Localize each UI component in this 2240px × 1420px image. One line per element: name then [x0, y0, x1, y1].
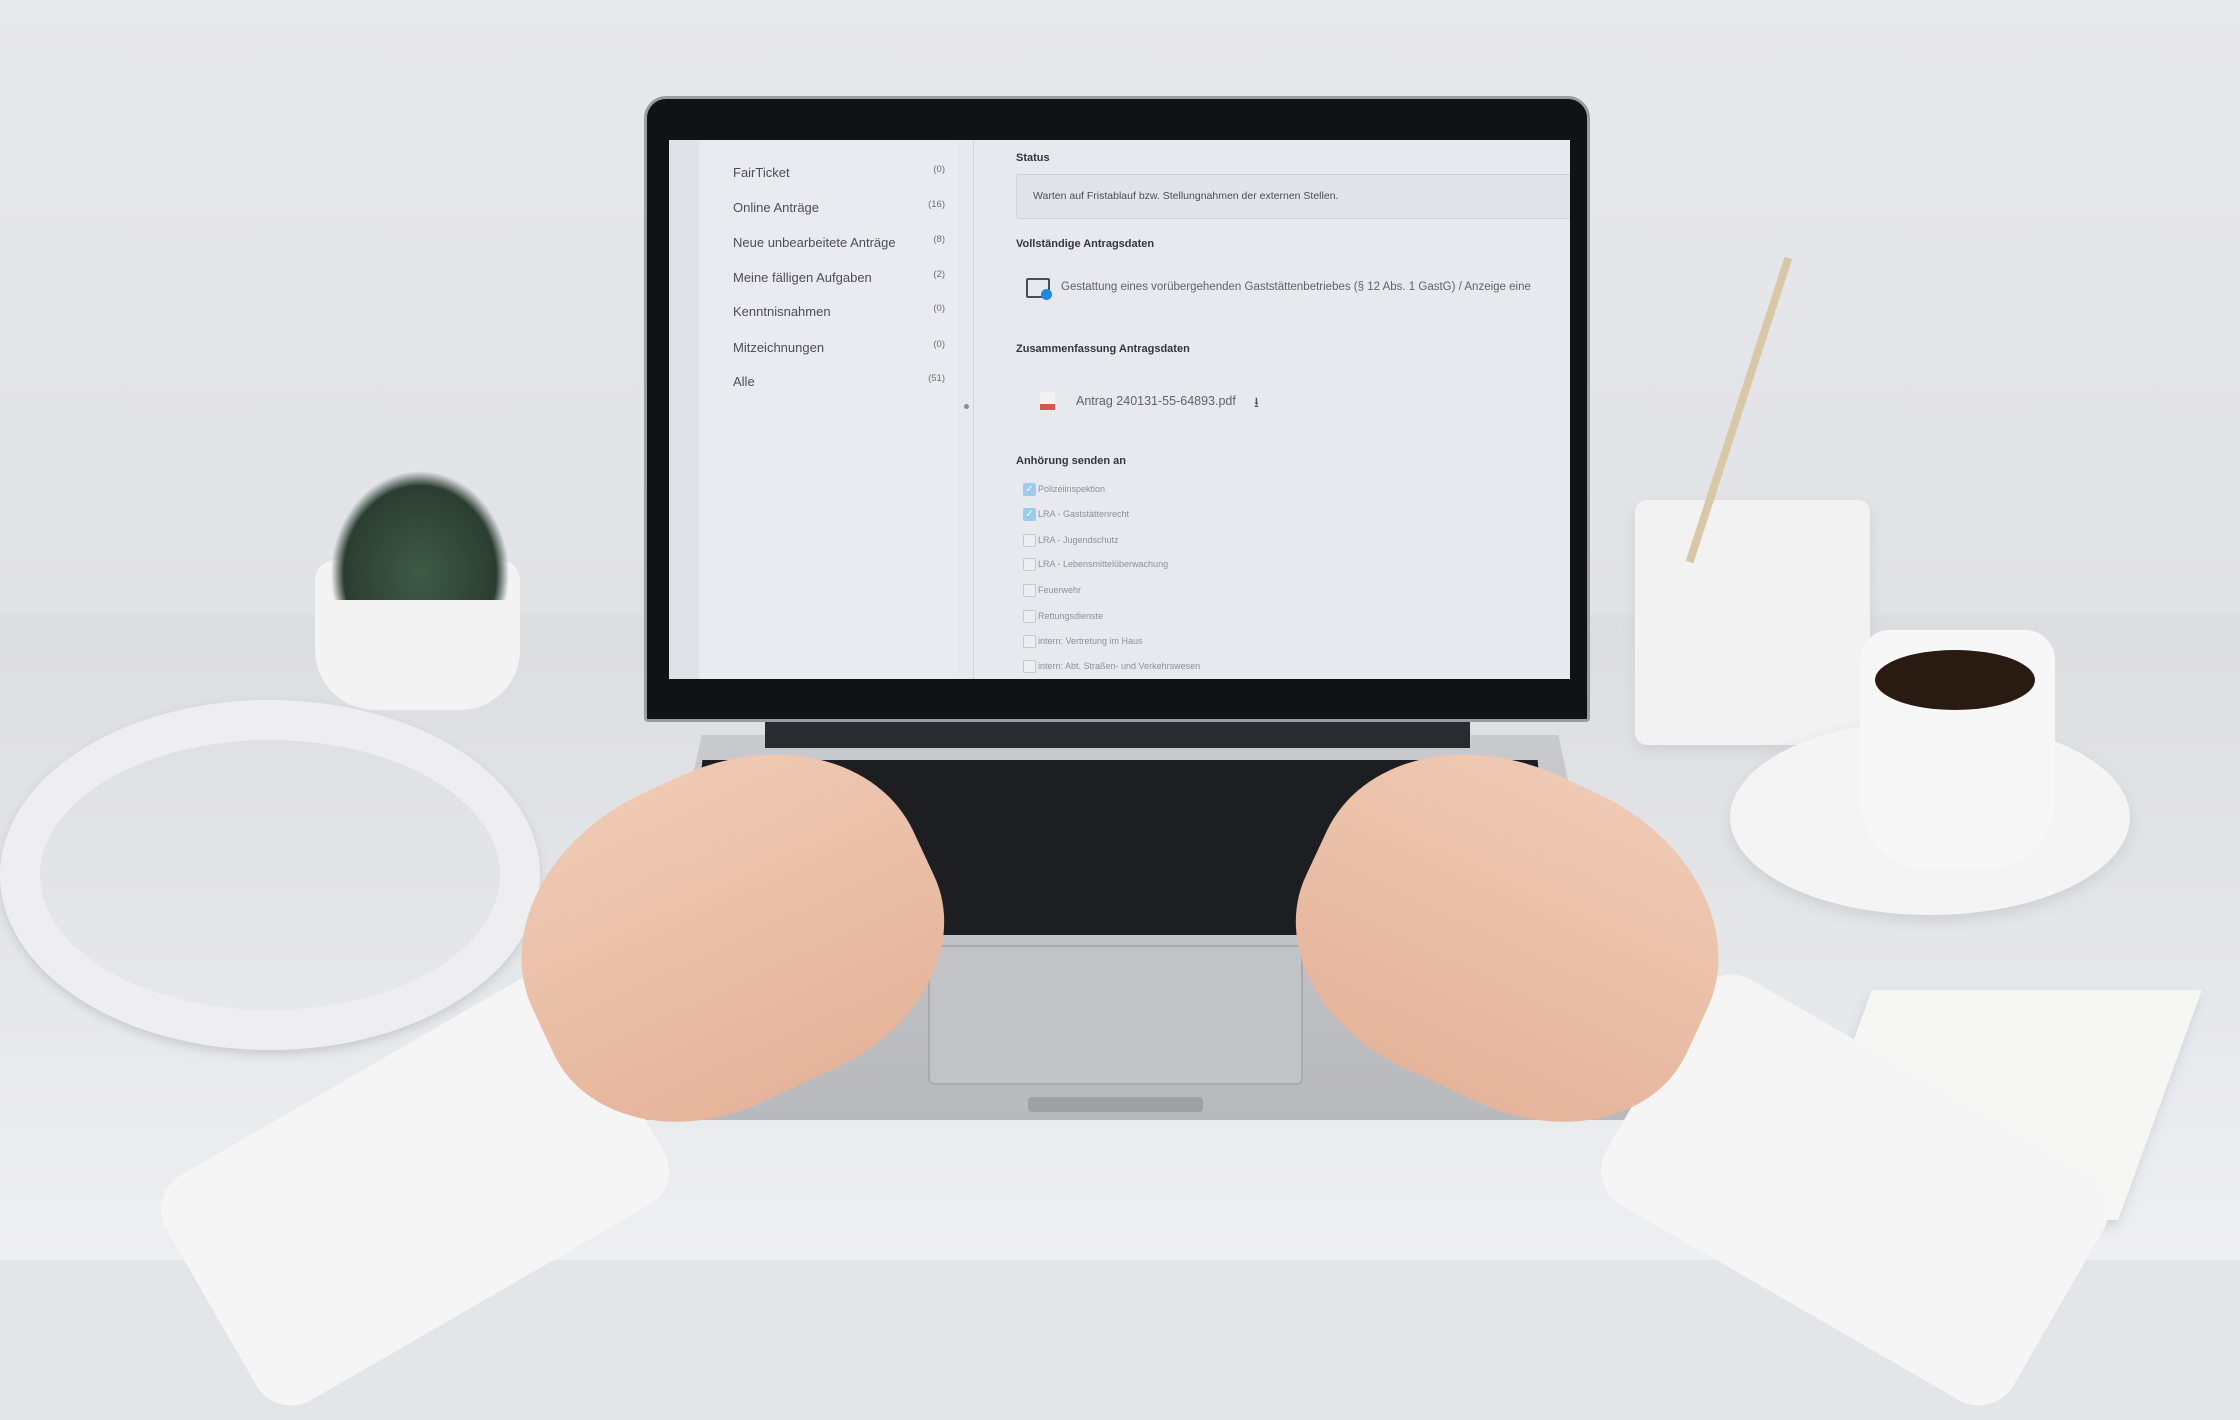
checkbox[interactable]: [1023, 534, 1036, 547]
hearing-option-polizeiinspektion[interactable]: ✓ Polizeiinspektion: [1016, 483, 1316, 499]
checkbox[interactable]: [1023, 635, 1036, 648]
checkbox-checked[interactable]: ✓: [1023, 508, 1036, 521]
sidebar-item-label: Neue unbearbeitete Anträge: [733, 235, 896, 250]
full-data-heading: Vollständige Antragsdaten: [1016, 238, 1155, 250]
laptop-notch: [1028, 1097, 1203, 1112]
hearing-option-lra-lebensmittel[interactable]: LRA - Lebensmittelüberwachung: [1016, 558, 1316, 574]
checkbox-label: LRA - Lebensmittelüberwachung: [1038, 559, 1169, 569]
hearing-option-intern-vertretung[interactable]: intern: Vertretung im Haus: [1016, 635, 1316, 651]
checkbox-label: Rettungsdienste: [1038, 611, 1104, 621]
sidebar-item-fairticket[interactable]: FairTicket (0): [733, 164, 945, 180]
hearing-heading: Anhörung senden an: [1016, 455, 1126, 467]
download-icon[interactable]: ⭳: [1254, 392, 1259, 416]
main-content: Status Warten auf Fristablauf bzw. Stell…: [1016, 140, 1570, 679]
checkbox-label: intern: Vertretung im Haus: [1038, 636, 1143, 646]
hearing-option-feuerwehr[interactable]: Feuerwehr: [1016, 584, 1316, 600]
checkbox[interactable]: [1023, 660, 1036, 673]
sidebar: [699, 140, 957, 679]
checkbox[interactable]: [1023, 584, 1036, 597]
sidebar-item-kenntnisnahmen[interactable]: Kenntnisnahmen (0): [733, 303, 945, 319]
checkbox-label: LRA - Jugendschutz: [1038, 535, 1119, 545]
left-strip: [669, 140, 699, 679]
sidebar-item-label: Mitzeichnungen: [733, 340, 825, 355]
sidebar-item-online-antraege[interactable]: Online Anträge (16): [733, 199, 945, 215]
trackpad: [928, 945, 1303, 1085]
hearing-option-lra-jugendschutz[interactable]: LRA - Jugendschutz: [1016, 534, 1316, 550]
pencil-holder: [1635, 500, 1870, 745]
pdf-icon: [1040, 392, 1055, 410]
checkbox-label: Polizeiinspektion: [1038, 484, 1106, 494]
checkbox-label: Feuerwehr: [1038, 585, 1082, 595]
sidebar-item-count: (0): [933, 303, 945, 314]
coffee: [1875, 650, 2035, 710]
sidebar-item-count: (16): [928, 199, 945, 210]
folder-icon: [1026, 278, 1052, 300]
full-data-link[interactable]: Gestattung eines vorübergehenden Gaststä…: [1061, 281, 1531, 293]
checkbox[interactable]: [1023, 610, 1036, 623]
sidebar-item-label: Online Anträge: [733, 200, 820, 215]
pdf-file-link[interactable]: Antrag 240131-55-64893.pdf: [1076, 394, 1236, 408]
status-box: Warten auf Fristablauf bzw. Stellungnahm…: [1016, 174, 1570, 219]
sidebar-item-label: Alle: [733, 374, 755, 389]
sidebar-item-alle[interactable]: Alle (51): [733, 373, 945, 389]
plant: [330, 470, 510, 600]
sidebar-item-count: (0): [933, 339, 945, 350]
scrollbar[interactable]: [964, 404, 969, 409]
sidebar-item-label: Kenntnisnahmen: [733, 304, 831, 319]
status-heading: Status: [1016, 152, 1050, 164]
checkbox-checked[interactable]: ✓: [1023, 483, 1036, 496]
sidebar-item-neue-antraege[interactable]: Neue unbearbeitete Anträge (8): [733, 234, 945, 250]
checkbox-label: intern: Abt. Straßen- und Verkehrswesen: [1038, 661, 1201, 671]
sidebar-item-mitzeichnungen[interactable]: Mitzeichnungen (0): [733, 339, 945, 355]
sidebar-item-faellige-aufgaben[interactable]: Meine fälligen Aufgaben (2): [733, 269, 945, 285]
sidebar-divider: [973, 140, 974, 679]
hearing-option-intern-strassen[interactable]: intern: Abt. Straßen- und Verkehrswesen: [1016, 660, 1316, 676]
sidebar-item-label: FairTicket: [733, 165, 790, 180]
laptop-screen: FairTicket (0) Online Anträge (16) Neue un…: [669, 140, 1570, 679]
hearing-option-rettungsdienste[interactable]: Rettungsdienste: [1016, 610, 1316, 626]
summary-heading: Zusammenfassung Antragsdaten: [1016, 343, 1190, 355]
sidebar-item-count: (0): [933, 164, 945, 175]
sidebar-item-label: Meine fälligen Aufgaben: [733, 270, 872, 285]
hearing-option-lra-gaststaettenrecht[interactable]: ✓ LRA - Gaststättenrecht: [1016, 508, 1316, 524]
sidebar-item-count: (2): [933, 269, 945, 280]
sidebar-item-count: (8): [933, 234, 945, 245]
laptop-hinge: [765, 722, 1470, 748]
headphones: [0, 700, 540, 1050]
checkbox[interactable]: [1023, 558, 1036, 571]
checkbox-label: LRA - Gaststättenrecht: [1038, 509, 1130, 519]
sidebar-item-count: (51): [928, 373, 945, 384]
